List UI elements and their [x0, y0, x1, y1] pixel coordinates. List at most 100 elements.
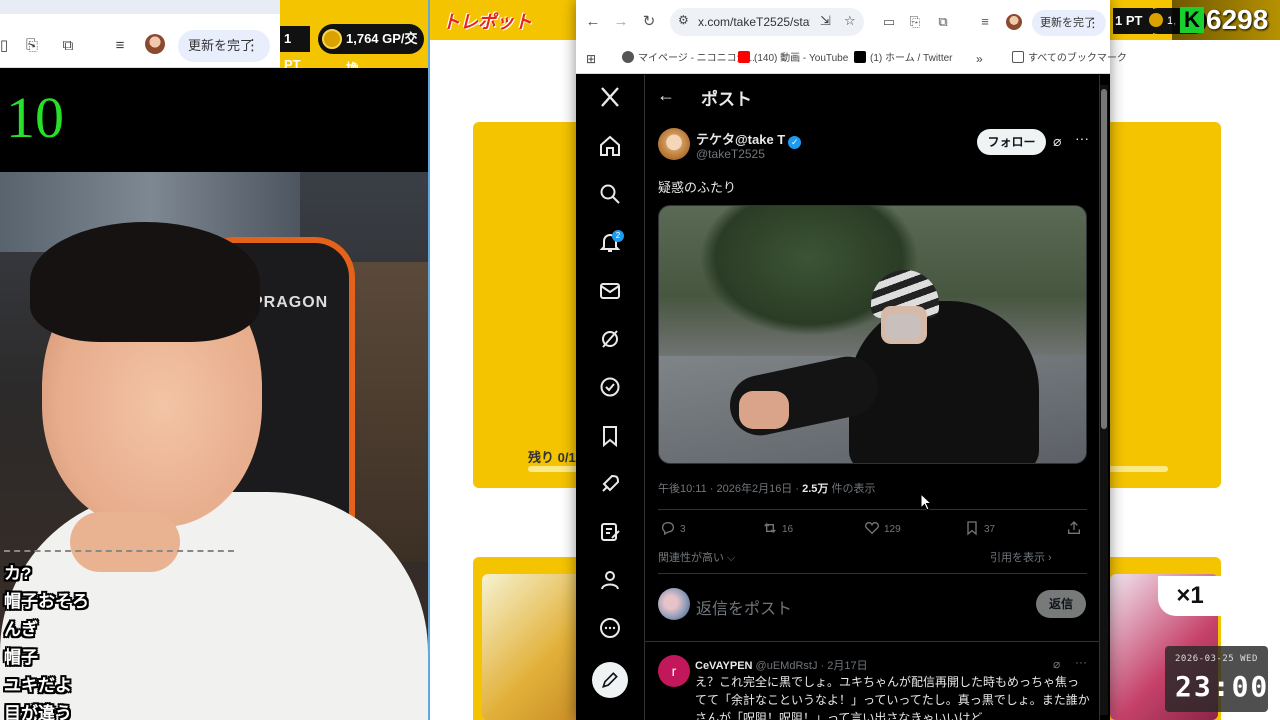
like-action[interactable]: 129: [864, 520, 901, 540]
chair-brand: PRAGON: [252, 294, 329, 311]
menu-dots-icon[interactable]: ⋮: [1087, 10, 1100, 36]
notification-badge: 2: [612, 230, 624, 242]
articles-icon[interactable]: [598, 520, 622, 544]
view-count: 2.5万: [802, 483, 829, 495]
counter-number: 10: [6, 85, 64, 150]
chat-divider: [4, 550, 234, 556]
counter-box: 10: [0, 68, 428, 172]
heart-icon: [865, 521, 879, 535]
post-timestamp[interactable]: 午後10:11 · 2026年2月16日 ·: [658, 483, 802, 495]
address-bar[interactable]: ⚙ x.com/takeT2525/stat... ⇲ ☆: [670, 8, 864, 36]
search-icon[interactable]: [598, 182, 622, 206]
verified-orgs-icon[interactable]: [598, 375, 622, 399]
left-browser-toolbar: ▯ ⎘ ⧉ ≡ 更新を完了 ⋮: [0, 0, 280, 68]
post-video[interactable]: [658, 205, 1087, 464]
scrollbar[interactable]: [1100, 85, 1108, 715]
bookmark-star-icon[interactable]: ☆: [844, 13, 856, 29]
chat-line: 目が違う: [4, 704, 72, 720]
card-image[interactable]: [482, 574, 582, 720]
reading-list-icon[interactable]: ≡: [976, 13, 994, 31]
browser-toolbar: ← → ↻ ⚙ x.com/takeT2525/stat... ⇲ ☆ ▭ ⎘ …: [576, 0, 1110, 44]
sort-relevance[interactable]: 関連性が高い ⌵: [658, 549, 735, 565]
all-bookmarks-folder[interactable]: すべてのブックマーク: [1012, 51, 1127, 67]
bookmark-youtube[interactable]: (140) 動画 - YouTube: [738, 51, 848, 67]
screenshot-icon[interactable]: ⎘: [22, 36, 42, 56]
page-title: ポスト: [701, 90, 752, 109]
screenshot-icon[interactable]: ⎘: [906, 13, 924, 31]
follow-button[interactable]: フォロー: [977, 129, 1046, 155]
chat-line: 帽子: [4, 648, 38, 667]
rocket-icon[interactable]: [598, 472, 622, 496]
gp-balance[interactable]: 1,764 GP/交換: [318, 24, 424, 76]
comment-avatar[interactable]: r: [658, 655, 690, 687]
bookmark-label: (1) ホーム / Twitter: [870, 53, 953, 64]
reply-action[interactable]: 3: [660, 520, 686, 540]
update-button[interactable]: 更新を完了 ⋮: [1032, 10, 1106, 36]
back-arrow-icon[interactable]: ←: [657, 85, 675, 106]
more-options-icon[interactable]: ···: [1075, 130, 1089, 146]
post-header: ← ポスト: [645, 75, 1099, 119]
post-column: ← ポスト テケタ@take T ✓ @takeT2525 フォロー ⌀ ··· …: [644, 75, 1100, 720]
reading-list-icon[interactable]: ≡: [110, 36, 130, 56]
profile-avatar[interactable]: [1006, 14, 1022, 30]
pt-badge: 1 PT: [280, 26, 310, 72]
update-button[interactable]: 更新を完了 ⋮: [178, 30, 270, 62]
compose-button[interactable]: [592, 662, 628, 698]
comment-handle-date[interactable]: @uEMdRstJ · 2月17日: [752, 660, 868, 672]
bookmarks-overflow[interactable]: »: [976, 51, 983, 67]
cast-icon[interactable]: ▭: [880, 13, 898, 31]
profile-icon[interactable]: [598, 568, 622, 592]
menu-dots-icon[interactable]: ⋮: [245, 30, 260, 62]
author-handle[interactable]: @takeT2525: [696, 147, 765, 161]
video-fist: [739, 391, 789, 429]
extensions-icon[interactable]: ⧉: [934, 13, 952, 31]
screen: ▯ ⎘ ⧉ ≡ 更新を完了 ⋮ 1 PT 1,764 GP/交換 10 PRAG…: [0, 0, 1280, 720]
comment-author[interactable]: CeVAYPEN: [695, 660, 752, 672]
bookmark-label: (140) 動画 - YouTube: [754, 53, 849, 64]
bookmark-label: すべてのブックマーク: [1028, 53, 1127, 64]
site-logo[interactable]: トレポット: [442, 8, 532, 34]
bookmark-twitter[interactable]: (1) ホーム / Twitter: [854, 51, 952, 67]
chat-line: ユキだよ: [4, 676, 72, 695]
reply-input[interactable]: 返信をポスト: [696, 595, 792, 619]
home-icon[interactable]: [598, 134, 622, 158]
grok-icon[interactable]: [598, 327, 622, 351]
share-icon: [1068, 521, 1080, 534]
author-name-text: テケタ@take T: [696, 132, 786, 147]
reply-button[interactable]: 返信: [1036, 590, 1086, 618]
bookmark-niconico[interactable]: マイページ - ニコニコ生...: [622, 51, 755, 67]
back-icon[interactable]: ←: [582, 11, 604, 33]
forward-icon[interactable]: →: [610, 11, 632, 33]
author-avatar[interactable]: [658, 128, 690, 160]
post-actions: 3 16 129 37: [658, 520, 1087, 540]
share-action[interactable]: [1066, 520, 1086, 540]
apps-icon[interactable]: ⊞: [586, 51, 596, 67]
x-logo-icon[interactable]: [598, 85, 622, 109]
scrollbar-thumb[interactable]: [1101, 89, 1107, 429]
more-options-icon[interactable]: ···: [1075, 655, 1087, 669]
install-icon[interactable]: ⇲: [820, 13, 831, 29]
chat-line: カ?: [4, 564, 32, 583]
messages-icon[interactable]: [598, 279, 622, 303]
cast-icon[interactable]: ▯: [0, 36, 14, 56]
site-info-icon[interactable]: ⚙: [678, 13, 689, 27]
chat-line: んぎ: [4, 620, 38, 639]
bookmarks-icon[interactable]: [598, 424, 622, 448]
clock-time: 23:00: [1175, 670, 1270, 703]
more-icon[interactable]: [598, 616, 622, 640]
repost-action[interactable]: 16: [762, 520, 793, 540]
author-name[interactable]: テケタ@take T ✓: [696, 129, 802, 149]
grok-explain-icon[interactable]: ⌀: [1053, 657, 1060, 671]
grok-explain-icon[interactable]: ⌀: [1053, 133, 1069, 149]
view-quotes-link[interactable]: 引用を表示 ›: [990, 549, 1052, 565]
repost-count: 16: [782, 524, 794, 535]
x-icon: [854, 51, 866, 63]
extensions-icon[interactable]: ⧉: [58, 36, 78, 56]
url-text[interactable]: x.com/takeT2525/stat...: [698, 8, 810, 36]
bookmark-action[interactable]: 37: [964, 520, 995, 540]
profile-avatar[interactable]: [145, 34, 165, 54]
folder-icon: [1012, 51, 1024, 63]
reload-icon[interactable]: ↻: [638, 11, 660, 33]
x-page: 2 ← ポスト テケタ@take T ✓ @takeT2525 フォロー ⌀ ·…: [576, 75, 1110, 720]
mouse-cursor-icon: [920, 493, 932, 511]
